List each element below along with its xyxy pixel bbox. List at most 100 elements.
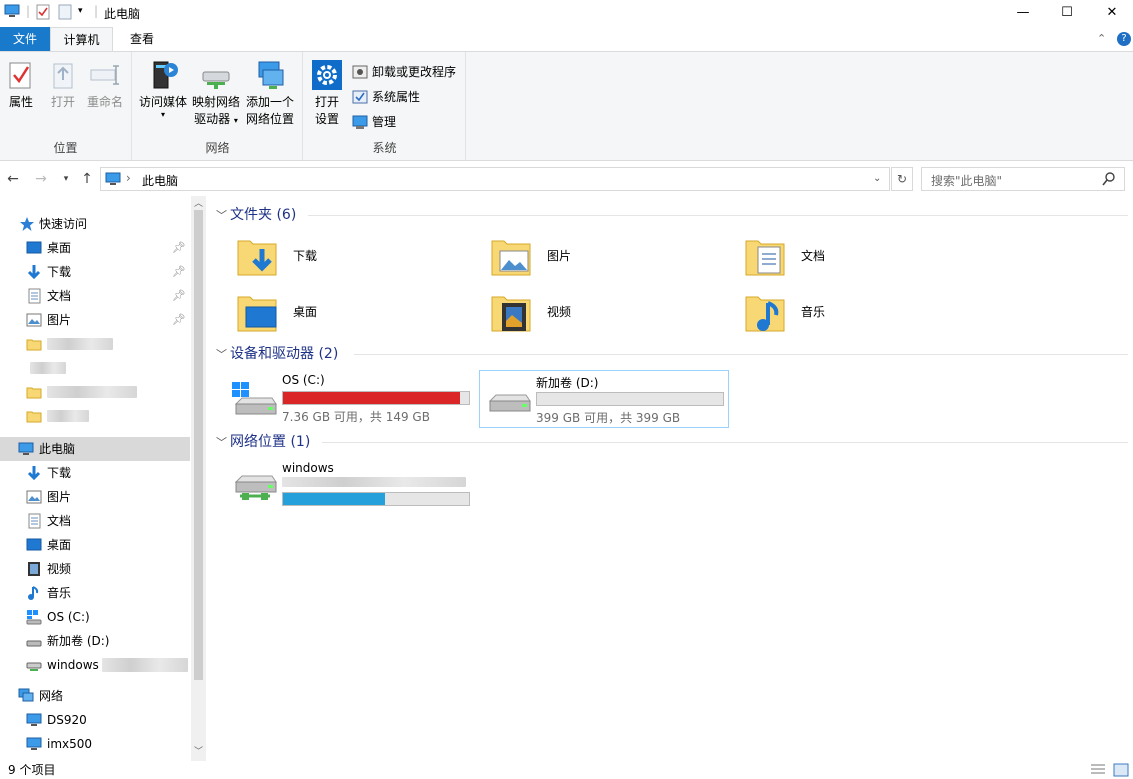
desktop-icon (26, 537, 42, 553)
tab-view[interactable]: 查看 (113, 27, 171, 52)
computer-icon[interactable] (4, 4, 20, 18)
sidebar-item-imx500[interactable]: imx500 (0, 732, 190, 756)
tab-computer[interactable]: 计算机 (50, 27, 113, 52)
collapse-ribbon-chevron-icon[interactable]: ⌃ (1097, 32, 1106, 45)
chevron-down-icon: ﹀ (216, 209, 227, 222)
pin-icon[interactable]: 📌︎ (172, 284, 186, 308)
open-settings-button[interactable]: 打开 设置 (308, 58, 346, 128)
sidebar-item-quick-access[interactable]: 快速访问 (0, 212, 190, 236)
help-icon[interactable]: ? (1117, 32, 1131, 46)
sidebar-item-redacted-folder[interactable] (0, 356, 190, 380)
drive-d[interactable]: 新加卷 (D:) 399 GB 可用，共 399 GB (479, 370, 729, 428)
back-arrow-icon[interactable]: ← (5, 170, 21, 188)
folder-pictures[interactable]: 图片 (490, 231, 730, 283)
navigation-pane: 快速访问 桌面 📌︎ 下载 📌︎ 文档 📌︎ 图片 📌︎ 此电脑 下载 图片 文… (0, 196, 206, 761)
videos-folder-icon (490, 291, 534, 335)
sidebar-item-drive-d[interactable]: 新加卷 (D:) (0, 629, 190, 653)
breadcrumb-this-pc[interactable]: 此电脑 (142, 172, 178, 189)
large-icons-view-icon[interactable] (1113, 763, 1129, 777)
section-divider (354, 354, 1128, 355)
new-folder-quick-icon[interactable] (58, 4, 72, 20)
drive-c[interactable]: OS (C:) 7.36 GB 可用，共 149 GB (226, 370, 476, 428)
pin-icon[interactable]: 📌︎ (172, 260, 186, 284)
sidebar-item-pc-desktop[interactable]: 桌面 (0, 533, 190, 557)
minimize-button[interactable]: — (1000, 0, 1046, 25)
manage-button[interactable]: 管理 (352, 112, 396, 132)
sidebar-item-pictures[interactable]: 图片 📌︎ (0, 308, 190, 332)
content-pane: ﹀ 文件夹 (6) 下载 图片 文档 桌面 视频 音乐 ﹀ 设备和驱动器 (2) O… (206, 196, 1133, 761)
up-arrow-icon[interactable]: ↑ (79, 170, 95, 188)
sidebar-item-desktop[interactable]: 桌面 📌︎ (0, 236, 190, 260)
network-location-usage-fill (283, 493, 385, 505)
desktop-folder-icon (236, 291, 280, 335)
section-header-devices[interactable]: ﹀ 设备和驱动器 (2) (216, 344, 338, 364)
properties-quick-icon[interactable] (36, 4, 50, 20)
access-media-button[interactable]: 访问媒体 ▾ (137, 58, 189, 119)
sidebar-item-pc-downloads[interactable]: 下载 (0, 461, 190, 485)
add-network-location-button[interactable]: 添加一个 网络位置 (243, 58, 297, 128)
search-icon[interactable] (1102, 171, 1116, 187)
scroll-up-icon[interactable]: ︿ (194, 196, 203, 209)
folder-desktop[interactable]: 桌面 (236, 287, 476, 339)
folder-documents[interactable]: 文档 (744, 231, 984, 283)
maximize-button[interactable]: ☐ (1044, 0, 1090, 25)
sidebar-item-this-pc[interactable]: 此电脑 (0, 437, 190, 461)
uninstall-programs-button[interactable]: 卸载或更改程序 (352, 62, 456, 82)
sidebar-item-pc-documents[interactable]: 文档 (0, 509, 190, 533)
search-placeholder: 搜索"此电脑" (931, 174, 1003, 188)
sidebar-item-network[interactable]: 网络 (0, 684, 190, 708)
close-button[interactable]: ✕ (1089, 0, 1133, 25)
tab-file[interactable]: 文件 (0, 27, 50, 52)
refresh-icon[interactable]: ↻ (891, 167, 913, 191)
redacted-text (47, 410, 89, 422)
search-input[interactable]: 搜索"此电脑" (921, 167, 1125, 191)
properties-button[interactable]: 属性 (2, 58, 40, 111)
music-folder-icon (744, 291, 788, 335)
section-header-network-locations[interactable]: ﹀ 网络位置 (1) (216, 432, 310, 452)
folder-videos[interactable]: 视频 (490, 287, 730, 339)
address-bar[interactable]: › 此电脑 ⌄ (100, 167, 890, 191)
system-properties-button[interactable]: 系统属性 (352, 87, 420, 107)
drive-d-usage-bar (536, 392, 724, 406)
ribbon: 属性 打开 重命名 位置 访问媒体 ▾ 映射网络 驱动器 ▾ 添加一个 网络位置… (0, 51, 1133, 161)
pin-icon[interactable]: 📌︎ (172, 308, 186, 332)
sidebar-item-pc-videos[interactable]: 视频 (0, 557, 190, 581)
folder-music[interactable]: 音乐 (744, 287, 984, 339)
sidebar-item-pc-music[interactable]: 音乐 (0, 581, 190, 605)
sidebar-item-ds920[interactable]: DS920 (0, 708, 190, 732)
download-arrow-icon (26, 264, 42, 280)
sidebar-item-redacted-folder[interactable] (0, 404, 190, 428)
address-dropdown-icon[interactable]: ⌄ (873, 173, 881, 184)
recent-locations-chevron-icon[interactable]: ▾ (58, 170, 74, 188)
rename-icon (88, 58, 122, 92)
network-location-usage-bar (282, 492, 470, 506)
customize-quick-access-dropdown[interactable]: ▾ (78, 6, 83, 16)
network-location-windows[interactable]: windows (226, 458, 476, 516)
sidebar-item-network-drive[interactable]: windows (0, 653, 190, 677)
open-button[interactable]: 打开 (44, 58, 82, 111)
chevron-down-icon: ﹀ (216, 348, 227, 361)
sidebar-scrollbar[interactable]: ︿ ﹀ (191, 196, 206, 761)
rename-button[interactable]: 重命名 (84, 58, 126, 111)
sidebar-item-documents[interactable]: 文档 📌︎ (0, 284, 190, 308)
add-network-label-2: 网络位置 (245, 112, 294, 126)
forward-arrow-icon[interactable]: → (33, 170, 49, 188)
sidebar-scrollbar-thumb[interactable] (194, 210, 203, 680)
folder-downloads[interactable]: 下载 (236, 231, 476, 283)
sidebar-item-downloads[interactable]: 下载 📌︎ (0, 260, 190, 284)
desktop-icon (26, 240, 42, 256)
sidebar-item-redacted-folder[interactable] (0, 380, 190, 404)
separator: | (26, 4, 31, 18)
pin-icon[interactable]: 📌︎ (172, 236, 186, 260)
network-icon (18, 688, 34, 704)
map-network-label-1: 映射网络 (191, 95, 240, 109)
picture-icon (26, 312, 42, 328)
map-network-drive-button[interactable]: 映射网络 驱动器 ▾ (191, 58, 241, 129)
sidebar-item-pc-pictures[interactable]: 图片 (0, 485, 190, 509)
scroll-down-icon[interactable]: ﹀ (194, 744, 203, 757)
section-header-folders[interactable]: ﹀ 文件夹 (6) (216, 205, 296, 225)
sidebar-item-redacted-folder[interactable] (0, 332, 190, 356)
details-view-icon[interactable] (1090, 763, 1106, 777)
map-network-label-2: 驱动器 ▾ (194, 112, 238, 126)
sidebar-item-drive-c[interactable]: OS (C:) (0, 605, 190, 629)
